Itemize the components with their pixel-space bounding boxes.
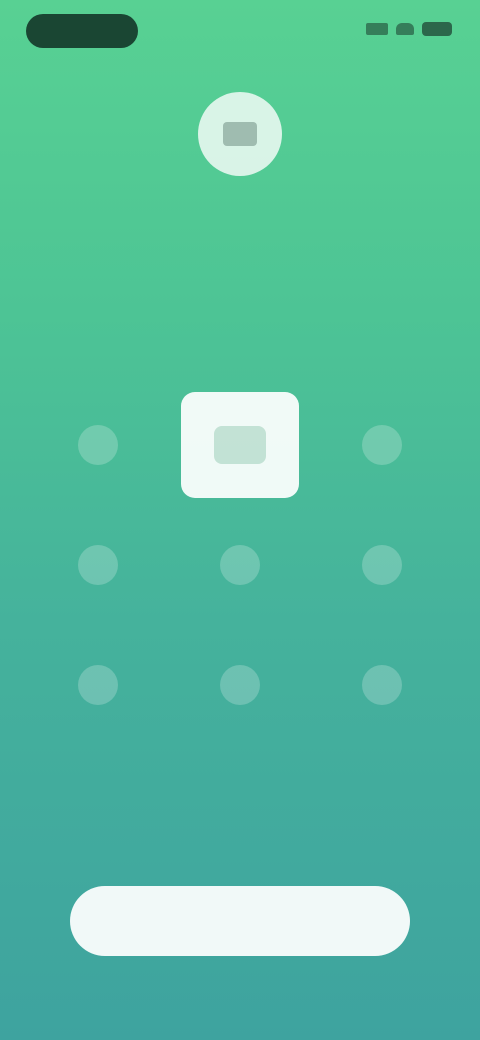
avatar-icon [223, 122, 257, 146]
option-tile-3[interactable] [334, 405, 430, 485]
status-time-pill [26, 14, 138, 48]
option-tile-5[interactable] [192, 525, 288, 605]
option-tile-9[interactable] [334, 645, 430, 725]
option-grid [50, 392, 430, 725]
option-icon [214, 426, 266, 464]
wifi-icon [396, 23, 414, 35]
status-indicators [366, 22, 452, 36]
option-tile-1[interactable] [50, 405, 146, 485]
option-tile-6[interactable] [334, 525, 430, 605]
option-tile-7[interactable] [50, 645, 146, 725]
continue-button[interactable] [70, 886, 410, 956]
option-icon [78, 425, 118, 465]
option-tile-2[interactable] [181, 392, 299, 498]
avatar [198, 92, 282, 176]
option-tile-4[interactable] [50, 525, 146, 605]
battery-icon [422, 22, 452, 36]
option-icon [78, 665, 118, 705]
option-icon [362, 665, 402, 705]
option-icon [362, 545, 402, 585]
status-bar [0, 0, 480, 56]
signal-icon [366, 23, 388, 35]
option-icon [362, 425, 402, 465]
option-icon [220, 665, 260, 705]
option-icon [78, 545, 118, 585]
option-tile-8[interactable] [192, 645, 288, 725]
option-icon [220, 545, 260, 585]
